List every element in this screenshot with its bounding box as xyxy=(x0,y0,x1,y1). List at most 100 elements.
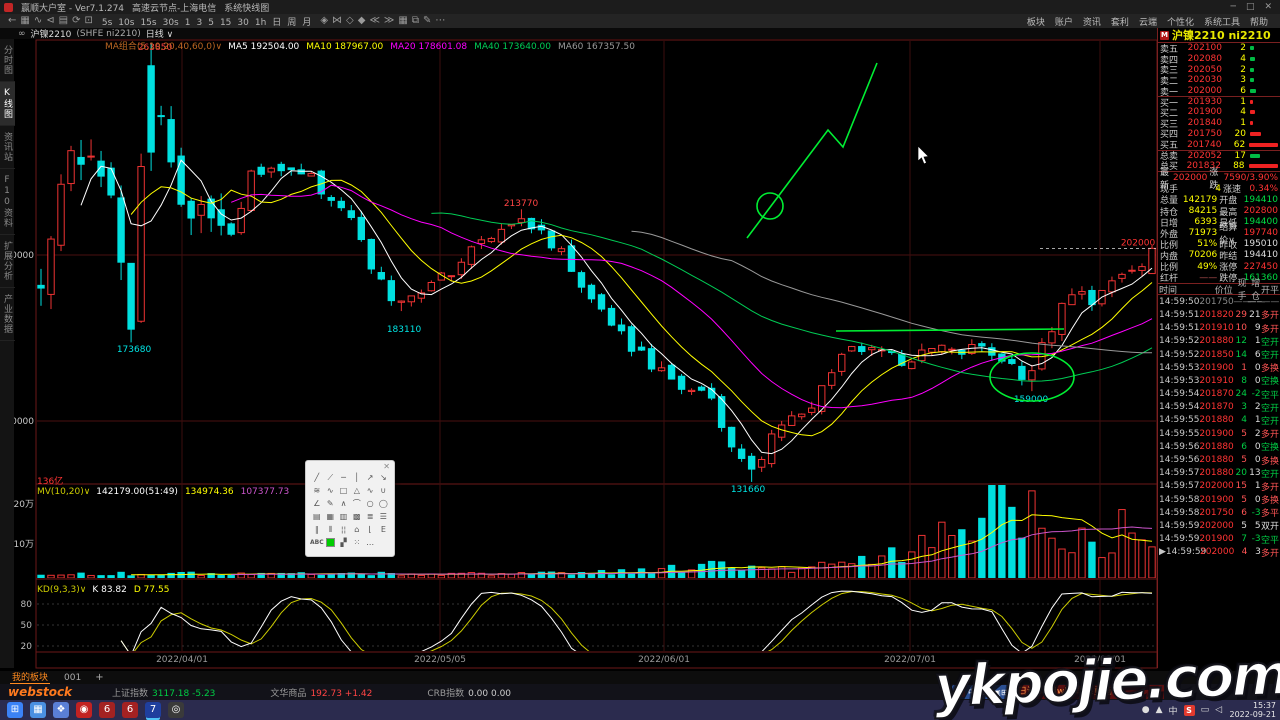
drawing-tool-icon[interactable]: ⫴ xyxy=(324,524,337,536)
menu-item-板块[interactable]: 板块 xyxy=(1027,15,1045,28)
drawing-tool-icon[interactable]: □ xyxy=(337,485,350,497)
drawing-tool-icon[interactable]: ○ xyxy=(363,498,376,510)
server-node-label[interactable]: 高速云节点-上海电信 xyxy=(132,1,216,14)
drawing-tool-icon[interactable]: ∿ xyxy=(363,485,376,497)
period-button-1[interactable]: 1 xyxy=(182,18,194,28)
taskbar-app-start[interactable]: ⊞ xyxy=(7,702,23,718)
tab-my-blocks[interactable]: 我的板块 xyxy=(10,670,50,685)
tab-001[interactable]: 001 xyxy=(64,673,81,683)
drawing-tool-icon[interactable]: ∧ xyxy=(337,498,350,510)
toolbar-icon[interactable]: ← xyxy=(6,15,18,26)
drawing-tool-icon[interactable]: ∿ xyxy=(324,485,337,497)
drawing-tool-icon[interactable]: ◯ xyxy=(377,498,390,510)
toolbar-icon[interactable]: ▦ xyxy=(18,15,31,26)
toolbar-icon[interactable]: ⧉ xyxy=(410,15,421,26)
taskbar-app-files[interactable]: ▦ xyxy=(30,702,46,718)
sidebar-item-资讯站[interactable]: 资讯站 xyxy=(0,126,15,169)
period-button-5s[interactable]: 5s xyxy=(99,18,115,28)
taskbar-app-wh6[interactable]: 6 xyxy=(122,702,138,718)
drawing-tool-icon[interactable]: ∪ xyxy=(377,485,390,497)
close-button[interactable]: ✕ xyxy=(1264,2,1272,12)
drawing-tool-icon[interactable]: ▩ xyxy=(350,511,363,523)
color-swatch[interactable] xyxy=(324,537,337,549)
period-button-15[interactable]: 15 xyxy=(217,18,234,28)
period-button-30[interactable]: 30 xyxy=(234,18,251,28)
toolbar-icon[interactable]: ⟳ xyxy=(70,15,82,26)
drawing-tool-icon[interactable]: … xyxy=(363,537,376,549)
palette-close-icon[interactable]: ✕ xyxy=(383,462,390,471)
drawing-tool-icon[interactable]: ABC xyxy=(310,537,324,549)
toolbar-icon[interactable]: ✎ xyxy=(421,15,433,26)
sidebar-item-F10资料[interactable]: F10资料 xyxy=(0,169,15,235)
toolbar-icon[interactable]: ⋯ xyxy=(433,15,447,26)
period-button-10s[interactable]: 10s xyxy=(115,18,137,28)
menu-item-套利[interactable]: 套利 xyxy=(1111,15,1129,28)
toolbar-icon[interactable]: ≫ xyxy=(382,15,396,26)
toolbar-icon[interactable]: ◆ xyxy=(356,15,368,26)
menu-item-系统工具[interactable]: 系统工具 xyxy=(1204,15,1240,28)
drawing-tool-icon[interactable]: ⌊ xyxy=(363,524,376,536)
drawing-tool-icon[interactable]: ≣ xyxy=(363,511,376,523)
drawing-tool-icon[interactable]: ↘ xyxy=(377,472,390,484)
period-button-3[interactable]: 3 xyxy=(193,18,205,28)
drawing-tool-icon[interactable]: ▦ xyxy=(324,511,337,523)
period-button-5[interactable]: 5 xyxy=(205,18,217,28)
toolbar-icon[interactable]: ∿ xyxy=(32,15,44,26)
drawing-tool-icon[interactable]: │ xyxy=(350,472,363,484)
sidebar-item-K线图[interactable]: K线图 xyxy=(0,82,15,126)
period-button-日[interactable]: 日 xyxy=(269,18,284,28)
period-button-1h[interactable]: 1h xyxy=(252,18,269,28)
add-tab-button[interactable]: + xyxy=(95,672,103,683)
toolbar-icon[interactable]: ◈ xyxy=(318,15,330,26)
drawing-tool-icon[interactable]: ✎ xyxy=(324,498,337,510)
ma-indicator-header[interactable]: MA组合(5,10,20,40,60,0)∨MA5 192504.00MA10 … xyxy=(105,39,642,52)
drawing-tool-icon[interactable]: ↗ xyxy=(363,472,376,484)
toolbar-icon[interactable]: ◇ xyxy=(344,15,356,26)
toolbar-icon[interactable]: ≪ xyxy=(367,15,381,26)
taskbar-app-wh6[interactable]: 6 xyxy=(99,702,115,718)
kd-indicator-header[interactable]: KD(9,3,3)∨K 83.82D 77.55 xyxy=(37,585,176,595)
drawing-tool-icon[interactable]: ⌂ xyxy=(350,524,363,536)
drawing-tool-icon[interactable]: ∥ xyxy=(310,524,324,536)
menu-item-资讯[interactable]: 资讯 xyxy=(1083,15,1101,28)
toolbar-icon[interactable]: ▤ xyxy=(57,15,70,26)
drawing-tool-icon[interactable]: ▥ xyxy=(337,511,350,523)
taskbar-app-obs[interactable]: ◎ xyxy=(168,702,184,718)
drawing-tool-icon[interactable]: ╱ xyxy=(310,472,324,484)
period-button-15s[interactable]: 15s xyxy=(137,18,159,28)
system-line-button[interactable]: 系统快线图 xyxy=(224,1,269,14)
period-button-周[interactable]: 周 xyxy=(284,18,299,28)
chart-canvas[interactable]: 20000015000020万10万8050202022/04/012022/0… xyxy=(0,0,1280,720)
sidebar-item-产业数据[interactable]: 产业数据 xyxy=(0,288,15,341)
menu-item-账户[interactable]: 账户 xyxy=(1055,15,1073,28)
sidebar-item-分时图[interactable]: 分时图 xyxy=(0,39,15,82)
maximize-button[interactable]: □ xyxy=(1246,2,1255,12)
period-button-月[interactable]: 月 xyxy=(299,18,314,28)
drawing-tool-icon[interactable]: ≋ xyxy=(310,485,324,497)
drawing-tool-icon[interactable]: ▞ xyxy=(337,537,350,549)
menu-item-个性化[interactable]: 个性化 xyxy=(1167,15,1194,28)
toolbar-icon[interactable]: ⊡ xyxy=(82,15,94,26)
toolbar-icon[interactable]: ⋈ xyxy=(330,15,344,26)
drawing-tool-icon[interactable]: ¦¦ xyxy=(337,524,350,536)
period-button-30s[interactable]: 30s xyxy=(160,18,182,28)
drawing-tool-icon[interactable]: ▤ xyxy=(310,511,324,523)
taskbar-app-wh7[interactable]: 7 xyxy=(145,702,161,718)
toolbar-icon[interactable]: ⊲ xyxy=(44,15,56,26)
menu-item-云端[interactable]: 云端 xyxy=(1139,15,1157,28)
drawing-tool-icon[interactable]: ─ xyxy=(337,472,350,484)
taskbar-app-photos[interactable]: ❖ xyxy=(53,702,69,718)
toolbar-icon[interactable]: ▦ xyxy=(396,15,409,26)
drawing-tool-icon[interactable]: △ xyxy=(350,485,363,497)
drawing-tool-icon[interactable]: ⌒ xyxy=(350,498,363,510)
link-icon[interactable]: ∞ xyxy=(18,29,26,39)
taskbar-app-opera[interactable]: ◉ xyxy=(76,702,92,718)
volume-indicator-header[interactable]: MV(10,20)∨142179.00(51:49)134974.3610737… xyxy=(37,487,296,497)
drawing-tool-icon[interactable]: ☰ xyxy=(377,511,390,523)
period-select[interactable]: 日线 ∨ xyxy=(146,27,173,40)
drawing-tool-icon[interactable]: ⁙ xyxy=(350,537,363,549)
drawing-tool-icon[interactable]: ∠ xyxy=(310,498,324,510)
drawing-tool-icon[interactable]: ⟋ xyxy=(324,472,337,484)
menu-item-帮助[interactable]: 帮助 xyxy=(1250,15,1268,28)
sidebar-item-扩展分析[interactable]: 扩展分析 xyxy=(0,235,15,288)
